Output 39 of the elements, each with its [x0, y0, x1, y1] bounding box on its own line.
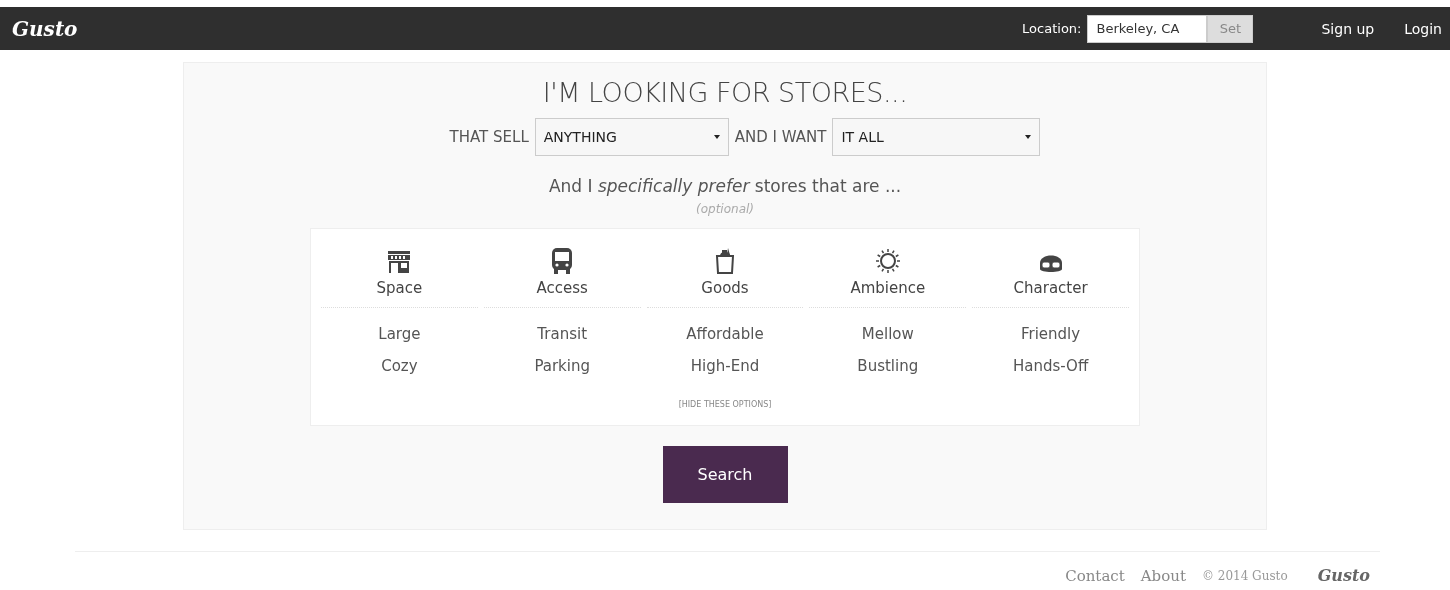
shopping-bag-icon: [714, 247, 736, 275]
category-heading: Ambience: [850, 279, 926, 297]
option-item[interactable]: Large: [372, 324, 427, 344]
footer-logo: Gusto: [1317, 566, 1370, 585]
option-item[interactable]: Cozy: [375, 356, 424, 376]
option-item[interactable]: Bustling: [851, 356, 925, 376]
logo[interactable]: Gusto: [12, 16, 78, 41]
nav-link[interactable]: Login: [1404, 20, 1442, 37]
bus-icon: [550, 247, 575, 275]
optional-note: (optional): [696, 202, 754, 216]
nav-link[interactable]: Sign up: [1321, 20, 1375, 37]
option-item[interactable]: Friendly: [1015, 324, 1087, 344]
caret-icon: [713, 135, 720, 139]
search-button[interactable]: Search: [662, 446, 788, 503]
footer-link[interactable]: About: [1140, 566, 1186, 585]
option-item[interactable]: Parking: [528, 356, 596, 376]
sun-icon: [873, 247, 902, 275]
hide-options-link[interactable]: [HIDE THESE OPTIONS]: [678, 400, 772, 409]
category-heading: Character: [1013, 279, 1088, 297]
option-item[interactable]: Affordable: [680, 324, 770, 344]
category-heading: Goods: [701, 279, 749, 297]
category-heading: Space: [376, 279, 423, 297]
option-item[interactable]: Mellow: [855, 324, 920, 344]
location-label: Location:: [1022, 21, 1082, 36]
preference-dropdown[interactable]: IT ALL: [832, 118, 1041, 156]
sell-label: THAT SELL: [449, 128, 529, 146]
store-icon: [386, 249, 413, 275]
copyright: © 2014 Gusto: [1201, 568, 1288, 583]
caret-icon: [1025, 135, 1032, 139]
page-heading: I'M LOOKING FOR STORES...: [542, 77, 908, 108]
category-heading: Access: [536, 279, 588, 297]
option-item[interactable]: Transit: [531, 324, 594, 344]
category-dropdown[interactable]: ANYTHING: [534, 118, 729, 156]
option-item[interactable]: High-End: [684, 356, 766, 376]
footer-link[interactable]: Contact: [1065, 566, 1125, 585]
location-field[interactable]: Berkeley, CA: [1087, 14, 1208, 43]
option-item[interactable]: Hands-Off: [1006, 356, 1095, 376]
prefer-text: And I specifically prefer stores that are ...: [548, 176, 902, 196]
want-label: AND I WANT: [734, 128, 827, 146]
